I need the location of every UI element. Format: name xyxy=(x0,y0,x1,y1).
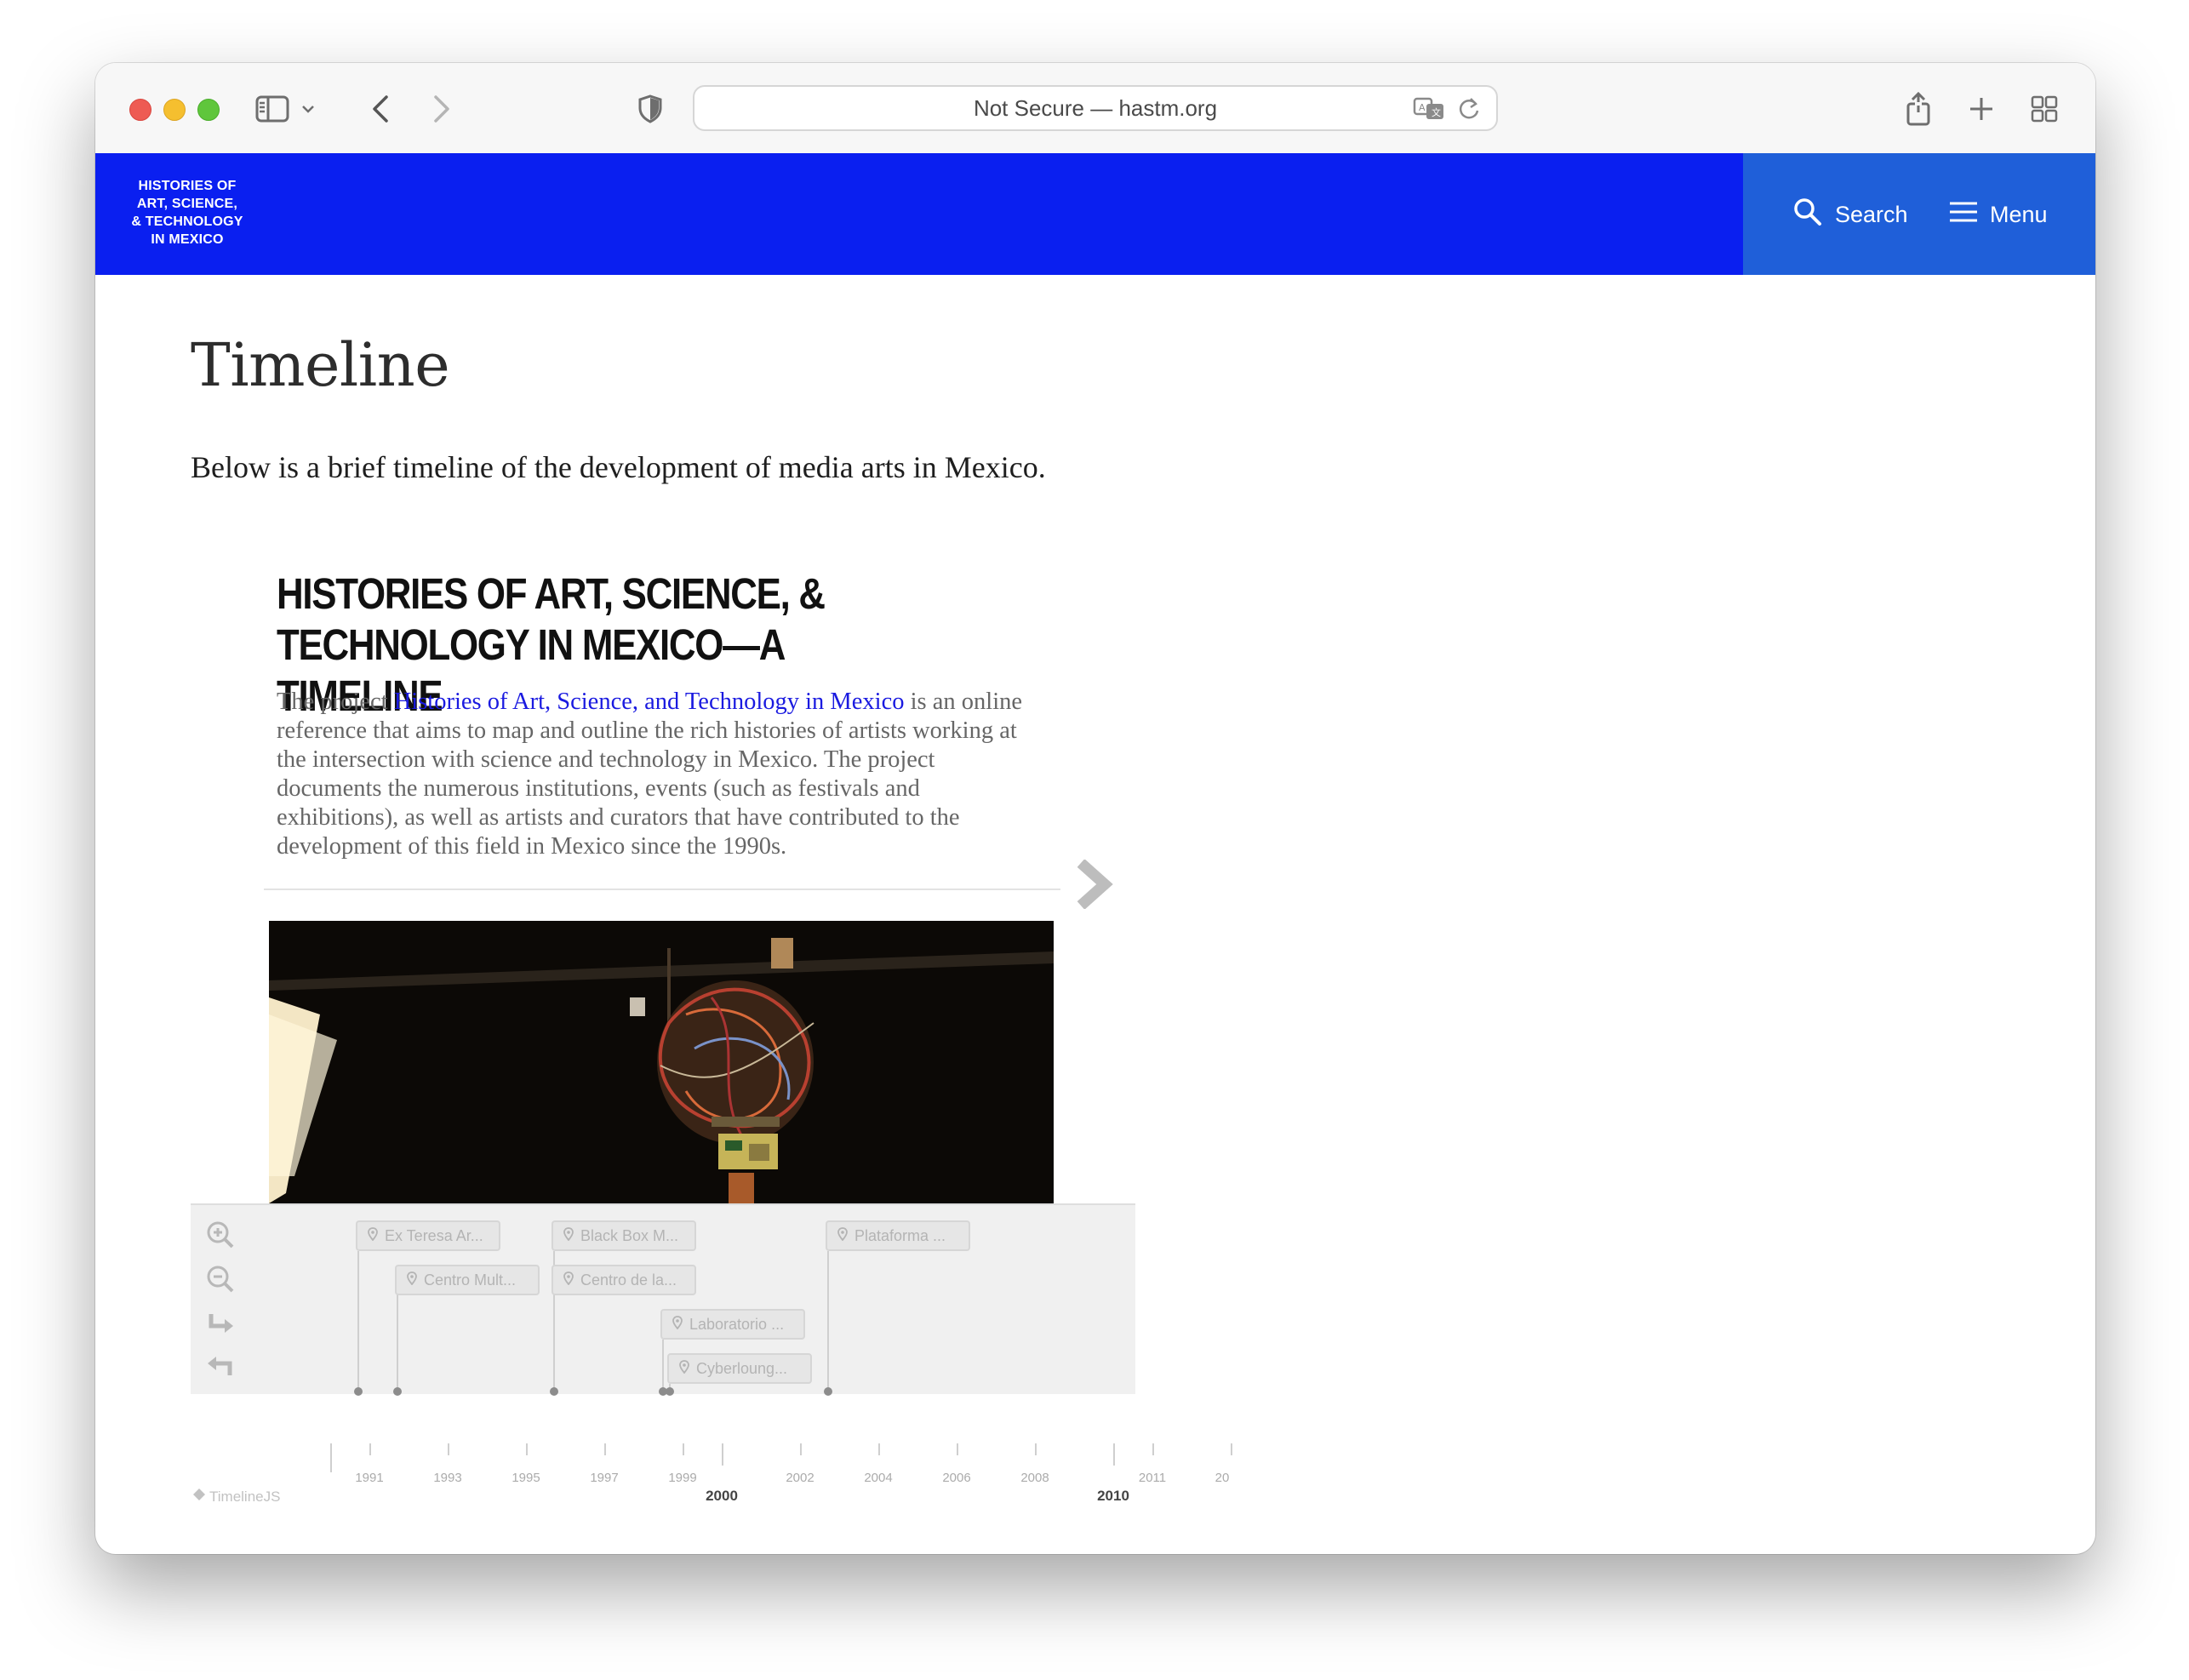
event-marker-dot xyxy=(550,1387,558,1396)
tab-overview-icon[interactable] xyxy=(2027,92,2061,126)
share-icon[interactable] xyxy=(1901,92,1935,126)
axis-major-label: 2010 xyxy=(1097,1488,1129,1504)
axis-tick-label: 20 xyxy=(1215,1471,1230,1485)
zoom-out-icon[interactable] xyxy=(206,1265,235,1298)
map-pin-icon xyxy=(563,1271,574,1289)
zoom-window-button[interactable] xyxy=(197,99,220,121)
event-marker-dot xyxy=(824,1387,832,1396)
axis-tick xyxy=(957,1443,958,1455)
axis-tick-label: 2008 xyxy=(1020,1471,1049,1485)
header-nav: Search Menu xyxy=(1743,153,2095,275)
diamond-icon xyxy=(192,1488,206,1506)
map-pin-icon xyxy=(679,1359,689,1378)
axis-tick xyxy=(604,1443,606,1455)
event-flag[interactable]: Black Box M... xyxy=(552,1220,696,1251)
event-marker-line xyxy=(827,1251,829,1392)
axis-tick-label: 1997 xyxy=(590,1471,619,1485)
axis-tick xyxy=(878,1443,880,1455)
axis-tick xyxy=(448,1443,449,1455)
url-text: Not Secure — hastm.org xyxy=(973,95,1218,121)
svg-text:文: 文 xyxy=(1432,106,1441,118)
event-marker-dot xyxy=(666,1387,674,1396)
axis-major-label: 2000 xyxy=(706,1488,738,1504)
axis-tick-label: 2006 xyxy=(942,1471,971,1485)
axis-tick xyxy=(722,1443,723,1466)
back-to-start-icon[interactable] xyxy=(206,1351,235,1385)
svg-text:A: A xyxy=(1419,102,1426,113)
forward-to-end-icon[interactable] xyxy=(206,1309,235,1342)
hamburger-menu-icon xyxy=(1949,201,1978,229)
map-pin-icon xyxy=(563,1226,574,1245)
event-flag[interactable]: Laboratorio ... xyxy=(660,1309,805,1340)
page-title: Timeline xyxy=(191,330,450,400)
axis-tick xyxy=(526,1443,528,1455)
axis-tick xyxy=(1035,1443,1037,1455)
next-slide-arrow-icon[interactable] xyxy=(1074,859,1113,913)
address-bar[interactable]: Not Secure — hastm.org A文 xyxy=(693,85,1498,131)
map-pin-icon xyxy=(368,1226,378,1245)
translate-icon[interactable]: A文 xyxy=(1413,95,1445,125)
axis-tick xyxy=(330,1443,332,1472)
timeline-description: The project Histories of Art, Science, a… xyxy=(277,689,1023,860)
event-flag[interactable]: Ex Teresa Ar... xyxy=(356,1220,500,1251)
forward-arrow-icon[interactable] xyxy=(429,92,454,126)
event-marker-line xyxy=(397,1294,398,1392)
chevron-down-icon[interactable] xyxy=(298,92,318,126)
axis-tick-label: 1991 xyxy=(355,1471,384,1485)
search-label: Search xyxy=(1835,201,1908,227)
event-flag[interactable]: Centro de la... xyxy=(552,1265,696,1295)
map-pin-icon xyxy=(407,1271,417,1289)
axis-tick xyxy=(1152,1443,1154,1455)
search-button[interactable]: Search xyxy=(1792,197,1908,231)
axis-tick xyxy=(1113,1443,1115,1466)
reload-icon[interactable] xyxy=(1457,95,1481,125)
axis-tick xyxy=(369,1443,371,1455)
minimize-window-button[interactable] xyxy=(163,99,186,121)
event-marker-dot xyxy=(393,1387,402,1396)
event-flag[interactable]: Cyberloung... xyxy=(667,1353,812,1384)
privacy-shield-icon[interactable] xyxy=(635,92,666,126)
browser-toolbar: Not Secure — hastm.org A文 xyxy=(95,63,2095,154)
axis-tick-label: 2011 xyxy=(1138,1471,1167,1485)
menu-label: Menu xyxy=(1990,201,2048,227)
back-arrow-icon[interactable] xyxy=(368,92,393,126)
axis-tick-label: 2002 xyxy=(786,1471,814,1485)
event-marker-line xyxy=(662,1340,664,1392)
search-icon xyxy=(1792,197,1823,233)
event-flag[interactable]: Plataforma ... xyxy=(826,1220,970,1251)
axis-tick xyxy=(1231,1443,1232,1455)
site-header: HISTORIES OF ART, SCIENCE, & TECHNOLOGY … xyxy=(95,153,2095,275)
axis-tick xyxy=(800,1443,802,1455)
event-marker-dot xyxy=(354,1387,363,1396)
timeline-navigator[interactable]: Ex Teresa Ar... Centro Mult... Black Box… xyxy=(191,1203,1135,1396)
zoom-in-icon[interactable] xyxy=(206,1220,235,1254)
event-flag[interactable]: Centro Mult... xyxy=(395,1265,540,1295)
axis-tick xyxy=(683,1443,684,1455)
axis-tick-label: 1993 xyxy=(433,1471,462,1485)
axis-tick-label: 2004 xyxy=(864,1471,893,1485)
axis-tick-label: 1999 xyxy=(668,1471,697,1485)
timeline-slide-image xyxy=(269,921,1054,1203)
project-link[interactable]: Histories of Art, Science, and Technolog… xyxy=(394,689,905,715)
intro-paragraph: Below is a brief timeline of the develop… xyxy=(191,450,1046,484)
close-window-button[interactable] xyxy=(129,99,151,121)
site-logo[interactable]: HISTORIES OF ART, SCIENCE, & TECHNOLOGY … xyxy=(129,177,245,249)
timelinejs-credit[interactable]: TimelineJS xyxy=(192,1488,280,1506)
map-pin-icon xyxy=(837,1226,848,1245)
menu-button[interactable]: Menu xyxy=(1949,197,2048,231)
event-marker-line xyxy=(357,1251,359,1392)
new-tab-plus-icon[interactable] xyxy=(1964,92,1998,126)
map-pin-icon xyxy=(672,1315,683,1334)
timeline-divider xyxy=(264,889,1060,890)
sidebar-toggle-icon[interactable] xyxy=(254,92,291,126)
axis-tick-label: 1995 xyxy=(512,1471,540,1485)
